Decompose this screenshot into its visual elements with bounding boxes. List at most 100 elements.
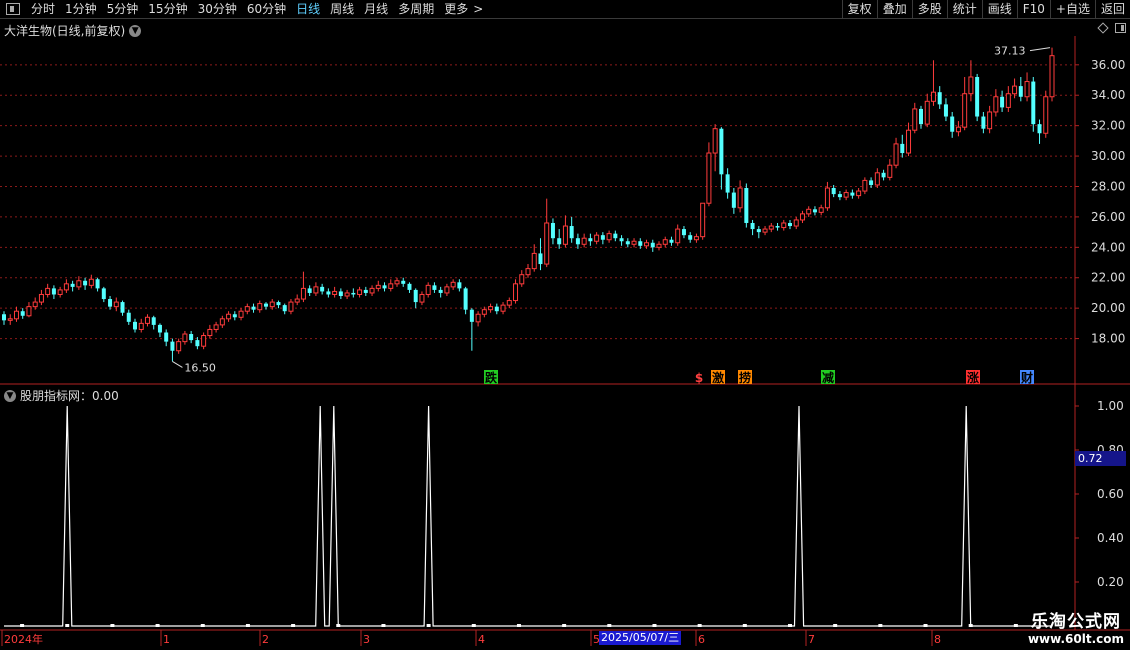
candle-body xyxy=(700,202,706,238)
candle-body xyxy=(919,108,923,125)
candle-body xyxy=(32,301,38,308)
candle-body xyxy=(457,282,462,289)
candle xyxy=(463,286,468,315)
candle xyxy=(862,177,868,195)
candle-body xyxy=(943,104,948,117)
candle-body xyxy=(195,340,200,347)
candle-body xyxy=(469,309,474,322)
candle-body xyxy=(338,291,343,296)
candle-body xyxy=(962,93,968,128)
indicator-dot xyxy=(336,624,341,627)
price-tick-label: 20.00 xyxy=(1091,301,1125,315)
candle-body xyxy=(257,303,263,311)
candle-body xyxy=(788,222,792,227)
candle xyxy=(750,219,755,236)
candle xyxy=(594,232,600,245)
low-pointer xyxy=(172,360,183,368)
candle xyxy=(837,191,842,201)
candle-body xyxy=(981,116,986,129)
high-pointer xyxy=(1029,47,1051,52)
candle xyxy=(313,282,319,296)
candle-body xyxy=(2,314,6,321)
candle xyxy=(1018,76,1023,102)
candle-body xyxy=(756,229,761,233)
candle-body xyxy=(675,228,681,244)
candle-body xyxy=(444,286,450,294)
indicator-dot xyxy=(516,624,521,627)
candle xyxy=(812,206,817,216)
candle xyxy=(806,206,812,217)
candle-body xyxy=(344,292,350,297)
candle xyxy=(438,286,443,298)
candle-body xyxy=(450,281,456,288)
candle xyxy=(388,279,394,292)
candle xyxy=(432,282,437,293)
indicator-dot xyxy=(968,624,973,627)
candle-body xyxy=(719,128,724,175)
candle-body xyxy=(244,306,250,312)
candle xyxy=(887,159,893,181)
candle xyxy=(906,122,912,157)
candle xyxy=(101,286,106,303)
candle-body xyxy=(45,287,51,295)
time-axis-label: 1 xyxy=(163,633,170,646)
candle-body xyxy=(750,222,755,230)
indicator-dot xyxy=(742,624,747,627)
candle-body xyxy=(681,229,686,236)
candle xyxy=(656,241,662,251)
candle xyxy=(425,282,431,298)
candle xyxy=(625,238,630,248)
candle xyxy=(320,283,325,295)
candle-body xyxy=(369,287,375,294)
candle xyxy=(276,300,281,309)
candle-body xyxy=(725,174,730,193)
candle xyxy=(850,189,855,199)
candle-body xyxy=(138,322,144,330)
candle-body xyxy=(950,116,955,132)
candle xyxy=(108,295,113,310)
candle-body xyxy=(569,226,574,239)
candle-body xyxy=(463,288,468,310)
candle-body xyxy=(644,242,650,247)
candle xyxy=(744,183,749,228)
candle xyxy=(506,297,512,309)
signal-marker: 减 xyxy=(822,370,834,385)
candle-body xyxy=(419,293,425,303)
time-axis-label: 2024年 xyxy=(4,632,43,646)
candle xyxy=(357,286,363,298)
candle-body xyxy=(1031,81,1036,125)
candle-body xyxy=(993,96,999,113)
candle-body xyxy=(856,190,862,197)
candle xyxy=(706,142,712,207)
candle xyxy=(662,236,668,248)
candle-body xyxy=(219,318,225,326)
candle-body xyxy=(108,299,113,307)
candle-body xyxy=(900,143,905,154)
candle xyxy=(681,226,686,239)
candle xyxy=(513,279,519,304)
kline-chart[interactable]: 36.00 34.00 32.00 30.00 28.00 26.00 24.00 22.00… xyxy=(0,0,1130,650)
candle-body xyxy=(13,310,19,320)
candle-body xyxy=(363,289,368,293)
candle-body xyxy=(1012,85,1018,95)
candle-body xyxy=(550,222,555,239)
candle xyxy=(955,121,961,137)
candle-body xyxy=(506,300,512,306)
candle xyxy=(126,309,131,325)
candle xyxy=(369,285,375,296)
candle xyxy=(962,76,968,131)
candle-body xyxy=(762,228,768,233)
candle xyxy=(613,230,618,242)
candle-body xyxy=(712,128,718,154)
indicator-dot xyxy=(200,624,205,627)
price-tick-label: 28.00 xyxy=(1091,179,1125,193)
signal-marker: 跌 xyxy=(485,370,498,385)
candle-body xyxy=(144,316,150,324)
candle xyxy=(968,60,974,102)
candle xyxy=(144,314,150,327)
candle-body xyxy=(1018,86,1023,97)
candle xyxy=(138,318,144,333)
candle-body xyxy=(1043,96,1049,134)
candle xyxy=(494,303,499,315)
candle-body xyxy=(57,289,63,295)
